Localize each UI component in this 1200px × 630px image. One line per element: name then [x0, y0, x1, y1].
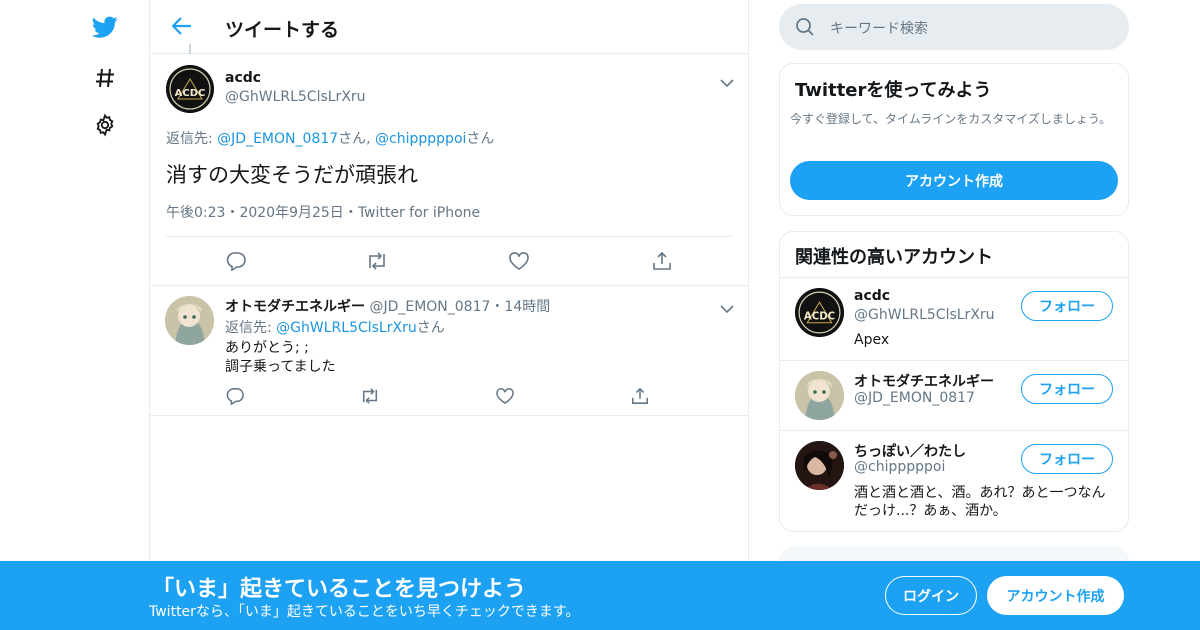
- reply-to-line: 返信先: @GhWLRL5ClsLrXruさん: [225, 317, 445, 337]
- svg-text:ACDC: ACDC: [804, 312, 835, 323]
- login-button[interactable]: ログイン: [885, 576, 977, 615]
- like-heart-icon[interactable]: [507, 249, 531, 273]
- page: ツイートする ACDC acdc @GhWLRL5ClsLrXru 返信先: @…: [0, 0, 1200, 630]
- right-sidebar: キーワード検索 Twitterを使ってみよう 今すぐ登録して、タイムラインをカス…: [779, 0, 1130, 630]
- tweet-age[interactable]: 14時間: [504, 299, 550, 315]
- left-nav: [0, 0, 150, 630]
- related-accounts-card: 関連性の高いアカウント ACDC acdc @GhWLRL5ClsLrXru A…: [779, 231, 1129, 532]
- card-title: 関連性の高いアカウント: [795, 247, 993, 268]
- main-column: ツイートする ACDC acdc @GhWLRL5ClsLrXru 返信先: @…: [149, 0, 749, 630]
- follow-button[interactable]: フォロー: [1021, 374, 1113, 404]
- avatar[interactable]: ACDC: [166, 65, 214, 113]
- tweet-text: 消すの大変そうだが頑張れ: [166, 163, 418, 187]
- create-account-button[interactable]: アカウント作成: [790, 161, 1118, 200]
- search-box[interactable]: キーワード検索: [779, 4, 1129, 50]
- account-item[interactable]: ちっぽい／わたし @chipppppoi 酒と酒と酒と、酒。あれ？あと一つなんだ…: [780, 431, 1128, 531]
- account-bio: 酒と酒と酒と、酒。あれ？あと一つなんだっけ...？あぁ、酒か。: [854, 485, 1106, 519]
- settings-gear-icon[interactable]: [90, 110, 120, 140]
- main-tweet: ACDC acdc @GhWLRL5ClsLrXru 返信先: @JD_EMON…: [150, 54, 748, 286]
- tweet-meta: 午後0:23・2020年9月25日・Twitter for iPhone: [166, 202, 480, 222]
- reply-icon[interactable]: [224, 249, 248, 273]
- signup-button[interactable]: アカウント作成: [987, 576, 1124, 615]
- svg-text:ACDC: ACDC: [175, 88, 206, 99]
- twitter-bird-icon[interactable]: [90, 12, 120, 42]
- author-handle[interactable]: @JD_EMON_0817: [369, 299, 490, 315]
- avatar[interactable]: [795, 371, 844, 420]
- thread-line: [189, 44, 191, 54]
- account-bio: Apex: [854, 332, 890, 348]
- tweet-date[interactable]: 2020年9月25日: [239, 205, 343, 221]
- search-input[interactable]: キーワード検索: [830, 18, 928, 38]
- meta-dot: ・: [343, 205, 358, 221]
- signup-banner: 「いま」起きていることを見つけよう Twitterなら、「いま」起きていることを…: [0, 561, 1200, 630]
- account-name[interactable]: ちっぽい／わたし: [854, 441, 966, 461]
- reply-user-link[interactable]: @JD_EMON_0817: [217, 131, 338, 147]
- follow-button[interactable]: フォロー: [1021, 444, 1113, 474]
- hashtag-icon[interactable]: [90, 63, 120, 93]
- avatar[interactable]: ACDC: [795, 288, 844, 337]
- reply-san: さん: [416, 320, 445, 336]
- banner-subtitle: Twitterなら、「いま」起きていることをいち早くチェックできます。: [149, 604, 580, 620]
- account-item[interactable]: ACDC acdc @GhWLRL5ClsLrXru Apex フォロー: [780, 278, 1128, 360]
- tweet-client: Twitter for iPhone: [357, 205, 481, 221]
- card-title: Twitterを使ってみよう: [795, 80, 992, 101]
- reply-user-link[interactable]: @GhWLRL5ClsLrXru: [276, 320, 417, 336]
- avatar[interactable]: [165, 296, 214, 345]
- tweet-text-line: 調子乗ってました: [225, 359, 336, 375]
- header: ツイートする: [150, 0, 748, 54]
- signup-card: Twitterを使ってみよう 今すぐ登録して、タイムラインをカスタマイズしましょ…: [779, 63, 1129, 216]
- card-description: 今すぐ登録して、タイムラインをカスタマイズしましょう。: [790, 112, 1112, 126]
- banner-title: 「いま」起きていることを見つけよう: [152, 577, 527, 602]
- retweet-icon[interactable]: [365, 249, 389, 273]
- account-handle[interactable]: @chipppppoi: [854, 459, 945, 475]
- page-title: ツイートする: [225, 19, 340, 41]
- retweet-icon[interactable]: [358, 384, 382, 408]
- reply-user-link[interactable]: @chipppppoi: [375, 131, 466, 147]
- reply-san: さん: [338, 131, 367, 147]
- reply-icon[interactable]: [223, 384, 247, 408]
- tweet-text: ありがとう; ; 調子乗ってました: [225, 339, 336, 377]
- author-name[interactable]: acdc: [225, 70, 261, 86]
- meta-dot: ・: [490, 299, 505, 315]
- account-name[interactable]: オトモダチエネルギー: [854, 371, 994, 391]
- account-handle[interactable]: @JD_EMON_0817: [854, 390, 975, 406]
- chevron-down-icon[interactable]: [720, 299, 734, 314]
- follow-button[interactable]: フォロー: [1021, 291, 1113, 321]
- account-handle[interactable]: @GhWLRL5ClsLrXru: [854, 307, 995, 323]
- back-arrow-icon[interactable]: [168, 12, 196, 40]
- share-icon[interactable]: [650, 249, 674, 273]
- chevron-down-icon[interactable]: [720, 73, 734, 88]
- avatar[interactable]: [795, 441, 844, 490]
- like-heart-icon[interactable]: [493, 384, 517, 408]
- reply-comma: ,: [366, 131, 376, 147]
- search-icon: [796, 18, 814, 36]
- divider: [166, 236, 732, 237]
- reply-prefix: 返信先:: [225, 320, 277, 336]
- reply-prefix: 返信先:: [166, 131, 218, 147]
- share-icon[interactable]: [628, 384, 652, 408]
- reply-san: さん: [466, 131, 495, 147]
- reply-tweet[interactable]: オトモダチエネルギー @JD_EMON_0817・14時間 返信先: @GhWL…: [150, 286, 748, 416]
- meta-dot: ・: [225, 205, 240, 221]
- account-name[interactable]: acdc: [854, 288, 890, 304]
- author-handle[interactable]: @GhWLRL5ClsLrXru: [225, 89, 366, 105]
- account-item[interactable]: オトモダチエネルギー @JD_EMON_0817 フォロー: [780, 361, 1128, 430]
- author-name[interactable]: オトモダチエネルギー: [225, 299, 365, 315]
- tweet-time[interactable]: 午後0:23: [166, 205, 225, 221]
- tweet-text-line: ありがとう; ;: [225, 340, 309, 356]
- reply-header: オトモダチエネルギー @JD_EMON_0817・14時間: [225, 296, 550, 316]
- reply-to-line: 返信先: @JD_EMON_0817さん, @chipppppoiさん: [166, 128, 494, 148]
